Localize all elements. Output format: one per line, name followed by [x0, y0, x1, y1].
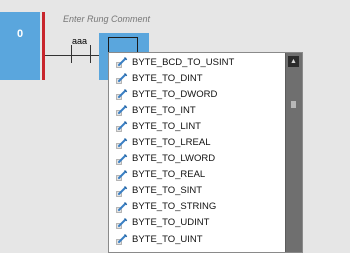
contact-left-bar [71, 45, 72, 63]
rung-number[interactable]: 0 [0, 12, 40, 80]
instruction-icon [116, 56, 128, 68]
instruction-option[interactable]: BYTE_TO_DINT [109, 70, 285, 86]
instruction-icon [116, 120, 128, 133]
scrollbar[interactable]: ▲ [285, 53, 302, 252]
instruction-icon [116, 233, 128, 245]
instruction-option-label: BYTE_TO_INT [132, 104, 196, 116]
left-power-rail [42, 12, 45, 80]
instruction-option[interactable]: BYTE_TO_LWORD [109, 151, 285, 167]
instruction-option[interactable]: BYTE_TO_UINT [109, 231, 285, 247]
instruction-option-label: BYTE_TO_DINT [132, 72, 203, 84]
instruction-option[interactable]: BYTE_BCD_TO_USINT [109, 54, 285, 70]
instruction-option[interactable]: BYTE_TO_REAL [109, 167, 285, 183]
contact-right-bar [90, 45, 91, 63]
contact-tag-name[interactable]: aaa [72, 36, 87, 46]
instruction-icon [116, 72, 128, 84]
instruction-icon [116, 185, 128, 197]
instruction-option-label: BYTE_TO_STRING [132, 201, 217, 213]
instruction-icon [116, 169, 128, 181]
instruction-icon [116, 217, 128, 229]
instruction-option[interactable]: BYTE_TO_LINT [109, 118, 285, 134]
instruction-icon [116, 153, 128, 165]
instruction-options: BYTE_BCD_TO_USINT BYTE_TO_DINT BYTE_TO_DWO… [109, 54, 285, 247]
instruction-option-label: BYTE_TO_UINT [132, 233, 203, 245]
instruction-option-label: BYTE_TO_SINT [132, 185, 203, 197]
instruction-option-label: BYTE_TO_LINT [132, 120, 201, 132]
instruction-option-label: BYTE_BCD_TO_USINT [132, 56, 235, 68]
instruction-icon [116, 201, 128, 213]
chevron-up-icon[interactable]: ▲ [288, 56, 299, 67]
instruction-option-label: BYTE_TO_REAL [132, 169, 206, 181]
rung-comment[interactable]: Enter Rung Comment [63, 14, 150, 24]
instruction-autocomplete-list[interactable]: BYTE_BCD_TO_USINT BYTE_TO_DINT BYTE_TO_DWO… [108, 52, 303, 253]
instruction-option-label: BYTE_TO_LREAL [132, 137, 211, 149]
instruction-icon [116, 88, 128, 101]
instruction-option-label: BYTE_TO_UDINT [132, 217, 210, 229]
scrollbar-thumb[interactable] [291, 101, 296, 108]
instruction-icon [116, 104, 128, 117]
instruction-option[interactable]: BYTE_TO_SINT [109, 183, 285, 199]
instruction-option-label: BYTE_TO_DWORD [132, 88, 218, 100]
instruction-option[interactable]: BYTE_TO_STRING [109, 199, 285, 215]
instruction-option[interactable]: BYTE_TO_LREAL [109, 134, 285, 150]
instruction-icon [116, 137, 128, 149]
instruction-option[interactable]: BYTE_TO_UDINT [109, 215, 285, 231]
instruction-option[interactable]: BYTE_TO_INT [109, 102, 285, 118]
instruction-option-label: BYTE_TO_LWORD [132, 153, 216, 165]
instruction-option[interactable]: BYTE_TO_DWORD [109, 86, 285, 102]
